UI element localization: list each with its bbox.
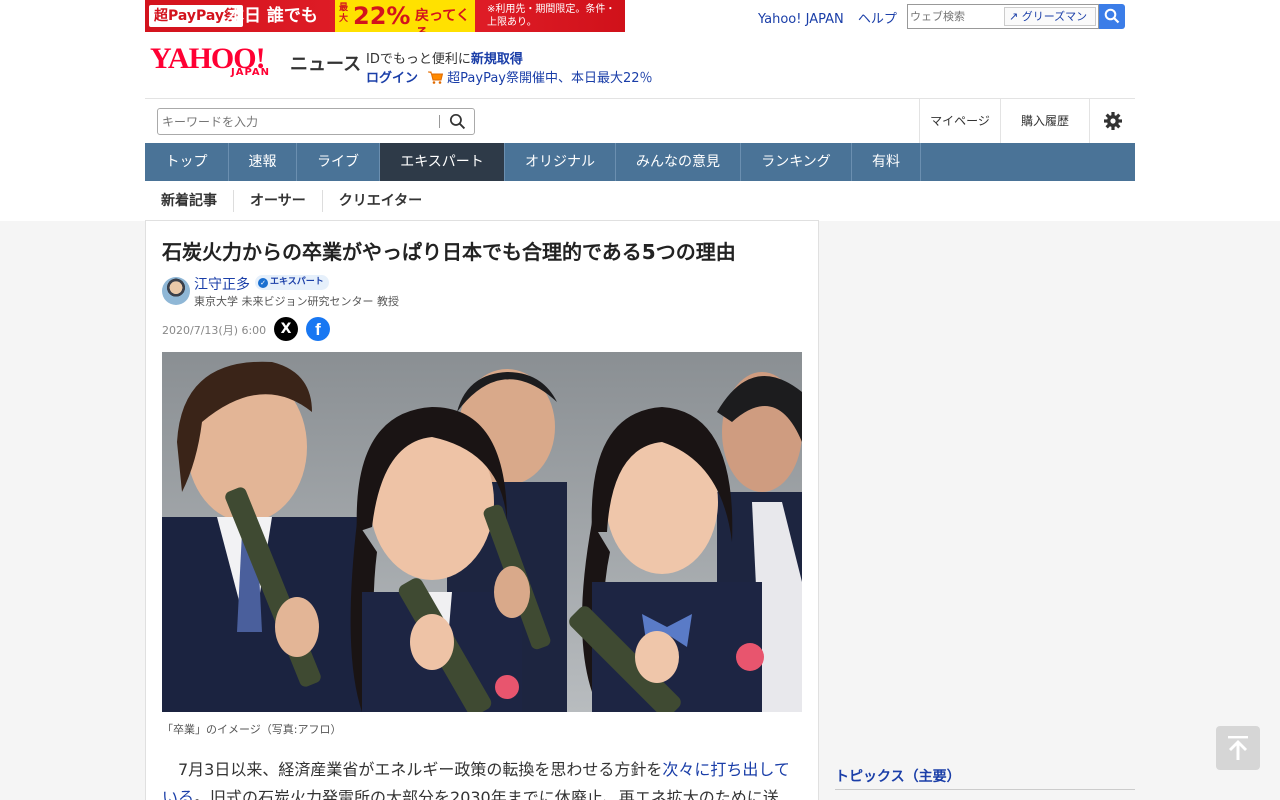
web-search-input[interactable]	[910, 7, 1002, 26]
news-search-input[interactable]	[162, 112, 432, 131]
nav-tab-paid[interactable]: 有料	[852, 143, 921, 181]
mypage-button[interactable]: マイページ	[919, 99, 1000, 143]
promo-note: ※利用先・期間限定。条件・上限あり。	[487, 4, 616, 28]
nav-tab-breaking[interactable]: 速報	[229, 143, 297, 181]
main-nav: トップ 速報 ライブ エキスパート オリジナル みんなの意見 ランキング 有料	[145, 143, 1135, 181]
subnav-new-articles[interactable]: 新着記事	[145, 190, 233, 212]
graduation-photo-image	[162, 352, 802, 712]
promo-percent-suffix: 戻ってくる	[415, 8, 470, 32]
check-icon: ✓	[258, 278, 268, 288]
id-promo: IDでもっと便利に新規取得	[366, 48, 523, 67]
promo-text: 本日 誰でも	[227, 6, 318, 26]
article-title: 石炭火力からの卒業がやっぱり日本でも合理的である5つの理由	[162, 240, 736, 264]
share-x-button[interactable]: X	[274, 317, 298, 341]
promo-percent-prefix: 最大	[339, 3, 349, 24]
promo-banner[interactable]: 超PayPay祭 本日 誰でも 最大 22% 戻ってくる ※利用先・期間限定。条…	[145, 0, 625, 32]
news-search-box	[157, 108, 475, 135]
share-facebook-button[interactable]: f	[306, 317, 330, 341]
author-affiliation: 東京大学 未来ビジョン研究センター 教授	[194, 295, 399, 308]
id-promo-text: IDでもっと便利に	[366, 52, 471, 67]
promo-percent-box: 最大 22% 戻ってくる	[335, 0, 475, 32]
facebook-icon: f	[315, 320, 321, 339]
author-name[interactable]: 江守正多	[194, 274, 250, 294]
article-body-text: 7月3日以来、経済産業省がエネルギー政策の転換を思わせる方針を	[178, 760, 663, 779]
expert-badge-label: エキスパート	[270, 277, 324, 287]
search-separator	[439, 115, 440, 128]
arrow-up-icon	[1228, 736, 1248, 760]
news-logo-label[interactable]: ニュース	[290, 50, 361, 76]
nav-tab-original[interactable]: オリジナル	[505, 143, 616, 181]
login-link[interactable]: ログイン	[366, 71, 418, 86]
paypay-promo-link[interactable]: 超PayPay祭開催中、本日最大22％	[447, 71, 652, 86]
web-search-box: ↗ グリーズマン	[907, 4, 1099, 29]
top-links: Yahoo! JAPAN ヘルプ	[758, 8, 907, 27]
article-body-text-cont: 。旧式の石炭火力発電所の大部分を2030年までに休廃止、再エネ拡大のために送電	[194, 788, 779, 800]
x-icon: X	[280, 321, 292, 337]
gear-icon	[1103, 112, 1122, 130]
purchase-history-button[interactable]: 購入履歴	[1000, 99, 1089, 143]
expert-subnav: 新着記事 オーサー クリエイター	[145, 190, 438, 212]
topics-divider	[835, 789, 1135, 790]
nav-tab-ranking[interactable]: ランキング	[741, 143, 852, 181]
photo-caption: 「卒業」のイメージ（写真:アフロ）	[162, 723, 342, 736]
subnav-creators[interactable]: クリエイター	[321, 190, 438, 212]
author-avatar[interactable]	[162, 277, 190, 305]
article-photo	[162, 352, 802, 712]
web-search-button[interactable]	[1099, 4, 1125, 29]
scroll-to-top-button[interactable]	[1216, 726, 1260, 770]
trending-search-label: グリーズマン	[1021, 10, 1088, 23]
settings-button[interactable]	[1089, 99, 1135, 143]
article-body: 7月3日以来、経済産業省がエネルギー政策の転換を思わせる方針を次々に打ち出してい…	[162, 756, 792, 800]
nav-tab-live[interactable]: ライブ	[297, 143, 380, 181]
expert-badge: ✓ エキスパート	[255, 275, 329, 290]
nav-tab-expert[interactable]: エキスパート	[380, 143, 505, 181]
search-icon	[1104, 8, 1120, 24]
article-card: 石炭火力からの卒業がやっぱり日本でも合理的である5つの理由 江守正多 ✓ エキスパ…	[145, 220, 819, 800]
topics-heading[interactable]: トピックス（主要）	[835, 766, 961, 786]
help-link[interactable]: ヘルプ	[858, 12, 897, 27]
promo-percent: 22%	[353, 2, 411, 30]
yahoo-logo-japan: JAPAN	[231, 67, 270, 78]
yahoo-japan-link[interactable]: Yahoo! JAPAN	[758, 12, 844, 27]
article-date: 2020/7/13(月) 6:00	[162, 324, 267, 337]
nav-tab-top[interactable]: トップ	[145, 143, 229, 181]
signup-link[interactable]: 新規取得	[471, 52, 523, 67]
search-icon[interactable]	[449, 113, 466, 130]
nav-tab-opinions[interactable]: みんなの意見	[616, 143, 741, 181]
subnav-authors[interactable]: オーサー	[233, 190, 322, 212]
login-line: ログイン 超PayPay祭開催中、本日最大22％	[366, 67, 653, 86]
trending-search-tag[interactable]: ↗ グリーズマン	[1004, 7, 1096, 26]
cart-icon	[428, 71, 444, 84]
